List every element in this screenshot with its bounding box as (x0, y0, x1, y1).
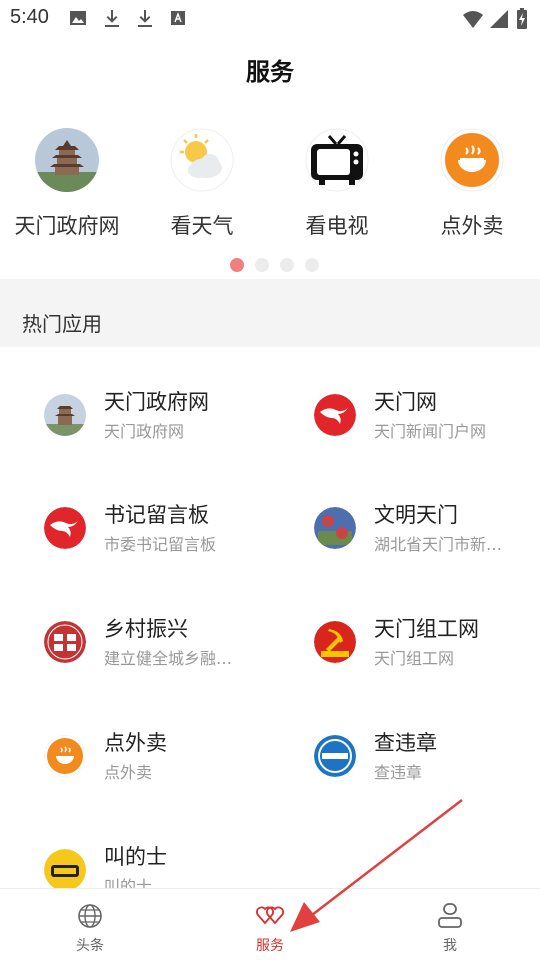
app-name: 叫的士 (104, 845, 167, 869)
nav-label: 服务 (256, 938, 284, 954)
app-name: 天门政府网 (104, 390, 209, 414)
app-desc: 市委书记留言板 (104, 535, 217, 554)
weather-icon (170, 128, 234, 192)
app-item-message-board[interactable]: 书记留言板 市委书记留言板 (44, 499, 294, 559)
service-carousel[interactable]: 天门政府网 看天气 看电视 点外卖 (0, 128, 540, 248)
app-desc: 点外卖 (104, 763, 153, 782)
carousel-label: 看天气 (170, 214, 234, 238)
app-name: 点外卖 (104, 731, 167, 755)
tianmen-logo-icon (314, 394, 356, 436)
nav-tab-services[interactable]: 服务 (210, 901, 330, 955)
app-item-wenming[interactable]: 文明天门 湖北省天门市新… (314, 499, 540, 559)
page-dot[interactable] (280, 258, 294, 272)
download-icon (105, 10, 119, 27)
wenming-icon (314, 507, 356, 549)
download-icon (138, 10, 152, 27)
app-item-food[interactable]: 点外卖 点外卖 (44, 727, 294, 787)
nav-tab-headlines[interactable]: 头条 (30, 901, 150, 955)
app-item-tianmen-net[interactable]: 天门网 天门新闻门户网 (314, 386, 540, 446)
rural-revival-icon (44, 621, 86, 663)
app-name: 乡村振兴 (104, 617, 188, 641)
carousel-item-food[interactable]: 点外卖 (405, 128, 539, 240)
app-desc: 查违章 (374, 763, 423, 782)
wifi-icon (463, 11, 483, 28)
carousel-pagination (0, 258, 540, 272)
traffic-violation-icon (314, 735, 356, 777)
tv-icon (305, 128, 369, 192)
font-icon (171, 11, 185, 25)
nav-label: 头条 (76, 938, 104, 954)
bottom-nav: 头条 服务 我 (0, 888, 540, 960)
carousel-label: 天门政府网 (14, 214, 120, 238)
globe-icon (78, 904, 102, 928)
app-item-rural[interactable]: 乡村振兴 建立健全城乡融… (44, 613, 294, 673)
app-name: 查违章 (374, 731, 437, 755)
carousel-label: 点外卖 (440, 214, 504, 238)
image-icon (70, 11, 86, 25)
hearts-icon (256, 906, 284, 925)
food-bowl-icon (440, 128, 504, 192)
nav-label: 我 (443, 938, 457, 954)
carousel-item-tv[interactable]: 看电视 (270, 128, 404, 240)
signal-icon (490, 10, 508, 28)
app-item-party[interactable]: 天门组工网 天门组工网 (314, 613, 540, 673)
nav-tab-me[interactable]: 我 (390, 901, 510, 955)
section-header: 热门应用 (0, 279, 540, 347)
app-item-violation[interactable]: 查违章 查违章 (314, 727, 540, 787)
app-desc: 湖北省天门市新… (374, 535, 503, 554)
carousel-item-weather[interactable]: 看天气 (135, 128, 269, 240)
pagoda-icon (35, 128, 99, 192)
status-time: 5:40 (10, 6, 49, 28)
taxi-icon (44, 849, 86, 891)
food-bowl-icon (44, 735, 86, 777)
carousel-label: 看电视 (305, 214, 369, 238)
app-desc: 建立健全城乡融… (104, 649, 233, 668)
app-name: 书记留言板 (104, 503, 209, 527)
page-dot[interactable] (255, 258, 269, 272)
carousel-item-gov[interactable]: 天门政府网 (0, 128, 134, 240)
app-item-gov[interactable]: 天门政府网 天门政府网 (44, 386, 294, 446)
user-icon (438, 903, 462, 928)
app-desc: 天门政府网 (104, 422, 185, 441)
tianmen-logo-icon (44, 507, 86, 549)
app-name: 文明天门 (374, 503, 458, 527)
app-desc: 天门新闻门户网 (374, 422, 487, 441)
page-title: 服务 (246, 58, 294, 86)
app-name: 天门网 (374, 390, 437, 414)
page-dot[interactable] (305, 258, 319, 272)
app-desc: 天门组工网 (374, 649, 455, 668)
battery-icon (517, 8, 527, 29)
status-bar: 5:40 (0, 0, 540, 36)
pagoda-icon (44, 394, 86, 436)
page-dot-active[interactable] (230, 258, 244, 272)
app-name: 天门组工网 (374, 617, 479, 641)
party-emblem-icon (314, 621, 356, 663)
section-title: 热门应用 (22, 312, 102, 336)
